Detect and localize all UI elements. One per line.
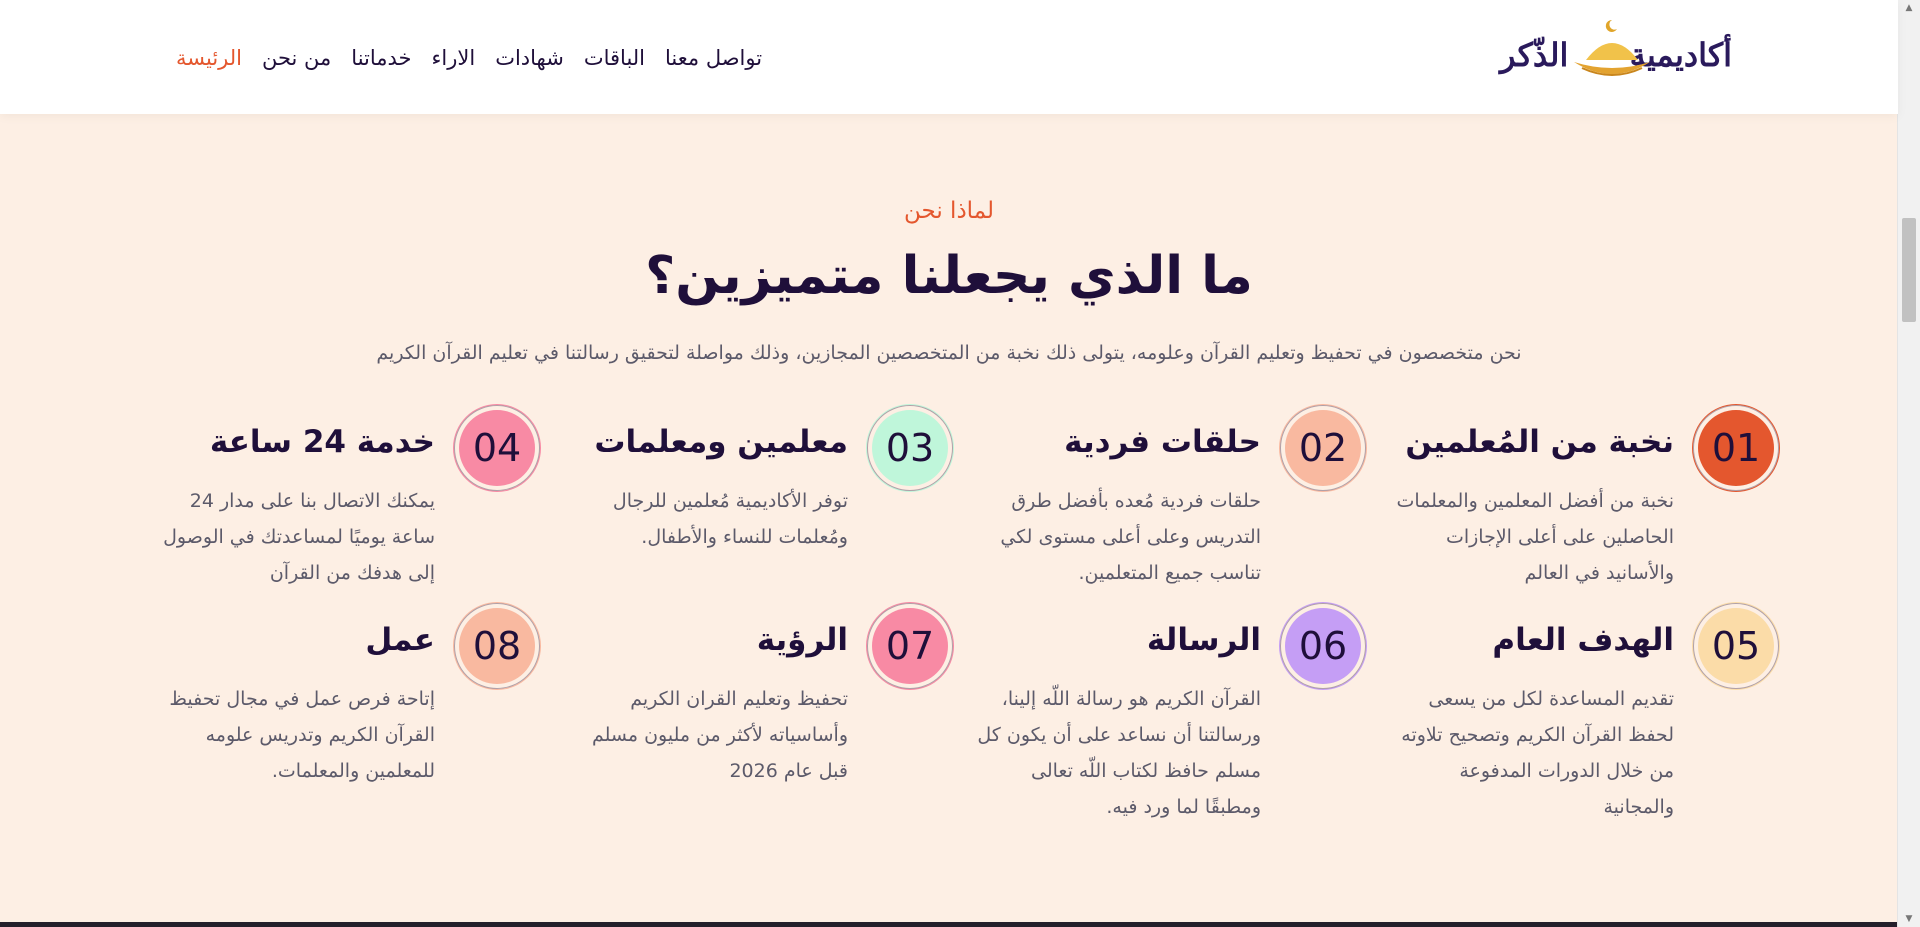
feature-number-badge: 08 (454, 603, 540, 689)
feature-title: نخبة من المُعلمين (1405, 424, 1674, 460)
section-headline: ما الذي يجعلنا متميزين؟ (645, 246, 1253, 306)
section-lead: نحن متخصصون في تحفيظ وتعليم القرآن وعلوم… (376, 342, 1522, 364)
site-logo[interactable]: أكاديمية الذّكر (1500, 14, 1734, 86)
feature-card-05: 05 الهدف العام تقديم المساعدة لكل من يسعى … (1374, 603, 1779, 818)
feature-title: الرؤية (756, 622, 848, 658)
feature-description: حلقات فردية مُعده بأفضل طرق التدريس وعلى… (1000, 490, 1261, 584)
feature-card-08: 08 عمل إتاحة فرص عمل في مجال تحفيظ القرآن … (135, 603, 540, 808)
page-scrollbar[interactable]: ▲ ▼ (1897, 0, 1920, 927)
nav-link-3[interactable]: خدماتنا (351, 46, 411, 70)
feature-title: معلمين ومعلمات (594, 424, 848, 460)
scroll-down-arrow-icon[interactable]: ▼ (1898, 911, 1920, 927)
nav-link-6[interactable]: الباقات (584, 46, 645, 70)
feature-description: تقديم المساعدة لكل من يسعى لحفظ القرآن ا… (1401, 688, 1674, 818)
main-nav: تواصل معنا الباقات شهادات الاراء خدماتنا من ن… (176, 38, 762, 78)
feature-number-badge: 01 (1693, 405, 1779, 491)
footer-edge (0, 922, 1898, 927)
nav-link-1[interactable]: الرئيسة (176, 46, 242, 70)
feature-card-02: 02 حلقات فردية حلقات فردية مُعده بأفضل طرق… (961, 405, 1366, 610)
feature-description: نخبة من أفضل المعلمين والمعلمات الحاصلين… (1396, 490, 1674, 584)
feature-card-01: 01 نخبة من المُعلمين نخبة من أفضل المعلمين… (1374, 405, 1779, 610)
feature-card-07: 07 الرؤية تحفيظ وتعليم القران الكريم وأساس… (548, 603, 953, 808)
feature-title: الرسالة (1146, 622, 1261, 658)
nav-link-7[interactable]: تواصل معنا (665, 46, 762, 70)
nav-link-2[interactable]: من نحن (262, 46, 331, 70)
feature-title: حلقات فردية (1064, 424, 1261, 460)
feature-number-badge: 06 (1280, 603, 1366, 689)
scroll-thumb[interactable] (1902, 218, 1916, 322)
feature-title: عمل (365, 622, 435, 658)
feature-number-badge: 03 (867, 405, 953, 491)
feature-description: القرآن الكريم هو رسالة اللّه إلينا، ورسا… (977, 688, 1261, 818)
feature-number-badge: 02 (1280, 405, 1366, 491)
feature-description: إتاحة فرص عمل في مجال تحفيظ القرآن الكري… (169, 688, 435, 782)
logo-wordmark-dhikr: الذّكر (1500, 36, 1570, 74)
feature-description: توفر الأكاديمية مُعلمين للرجال ومُعلمات … (612, 490, 848, 548)
feature-title: الهدف العام (1492, 622, 1674, 658)
nav-link-4[interactable]: الاراء (432, 46, 476, 70)
site-header: أكاديمية الذّكر تواصل معنا الباقات شهادات ا… (0, 0, 1898, 114)
feature-number-badge: 07 (867, 603, 953, 689)
nav-link-5[interactable]: شهادات (495, 46, 564, 70)
feature-card-03: 03 معلمين ومعلمات توفر الأكاديمية مُعلمين … (548, 405, 953, 610)
feature-title: خدمة 24 ساعة (209, 424, 435, 460)
section-eyebrow: لماذا نحن (903, 198, 994, 224)
feature-description: يمكنك الاتصال بنا على مدار 24 ساعة يوميً… (163, 490, 435, 584)
feature-description: تحفيظ وتعليم القران الكريم وأساسياته لأك… (591, 688, 848, 782)
feature-number-badge: 05 (1693, 603, 1779, 689)
feature-card-04: 04 خدمة 24 ساعة يمكنك الاتصال بنا على مدار… (135, 405, 540, 610)
feature-number-badge: 04 (454, 405, 540, 491)
feature-card-06: 06 الرسالة القرآن الكريم هو رسالة اللّه إل… (961, 603, 1366, 818)
scroll-up-arrow-icon[interactable]: ▲ (1898, 0, 1920, 16)
crescent-dome-logo-icon (1574, 19, 1650, 76)
